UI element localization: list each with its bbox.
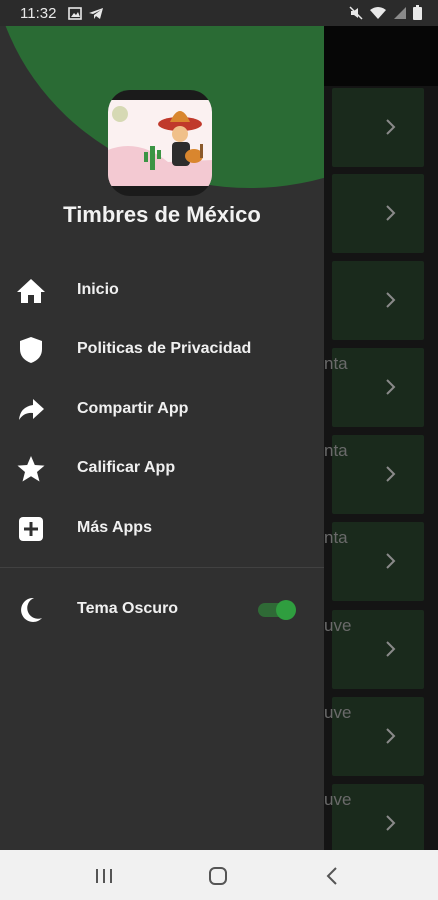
moon-icon xyxy=(21,597,42,622)
background-list-item: uve xyxy=(324,610,424,689)
chevron-right-icon xyxy=(386,728,396,744)
star-icon xyxy=(17,456,45,482)
menu-item-rate-app[interactable]: Calificar App xyxy=(0,441,324,497)
home-circle-icon[interactable] xyxy=(207,865,229,887)
dark-theme-switch[interactable] xyxy=(258,600,296,620)
chevron-right-icon xyxy=(386,815,396,831)
menu-item-share-app[interactable]: Compartir App xyxy=(0,382,324,438)
menu-item-privacy-policy[interactable]: Politicas de Privacidad xyxy=(0,322,324,378)
share-icon xyxy=(19,399,44,420)
background-list-text: uve xyxy=(324,790,352,809)
mute-icon xyxy=(349,5,363,20)
chevron-right-icon xyxy=(386,553,396,569)
system-navigation-bar xyxy=(0,850,438,900)
background-list-item xyxy=(332,174,424,253)
background-list-item xyxy=(332,261,424,340)
add-box-icon xyxy=(19,517,43,541)
menu-item-label: Más Apps xyxy=(77,519,152,536)
signal-icon xyxy=(394,6,406,19)
background-list-text: uve xyxy=(324,703,352,722)
battery-icon xyxy=(413,5,422,20)
home-icon xyxy=(17,279,45,303)
chevron-right-icon xyxy=(386,466,396,482)
back-icon[interactable] xyxy=(322,865,344,887)
background-list-item: nta xyxy=(324,435,424,514)
background-list-text: uve xyxy=(324,616,352,635)
chevron-right-icon xyxy=(386,119,396,135)
shield-icon xyxy=(20,337,42,363)
menu-item-label: Calificar App xyxy=(77,459,176,476)
menu-divider xyxy=(0,567,324,568)
app-logo xyxy=(108,90,212,196)
app-title: Timbres de México xyxy=(63,202,261,227)
recents-icon[interactable] xyxy=(93,865,115,887)
menu-item-inicio[interactable]: Inicio xyxy=(0,263,324,319)
menu-item-more-apps[interactable]: Más Apps xyxy=(0,501,324,557)
chevron-right-icon xyxy=(386,379,396,395)
chevron-right-icon xyxy=(386,641,396,657)
background-list-item xyxy=(332,88,424,167)
background-list-text: nta xyxy=(324,354,348,373)
navigation-drawer: Timbres de México Inicio Politicas de Pr… xyxy=(0,26,324,850)
theme-toggle-label: Tema Oscuro xyxy=(77,600,179,617)
status-bar: 11:32 xyxy=(0,0,438,26)
switch-thumb xyxy=(276,600,296,620)
menu-item-label: Compartir App xyxy=(77,400,189,417)
background-list-text: nta xyxy=(324,528,348,547)
background-list-item: nta xyxy=(324,348,424,427)
status-time: 11:32 xyxy=(20,5,57,22)
status-right-icons xyxy=(349,5,422,20)
chevron-right-icon xyxy=(386,205,396,221)
image-icon xyxy=(68,7,82,20)
menu-item-label: Politicas de Privacidad xyxy=(77,340,252,357)
chevron-right-icon xyxy=(386,292,396,308)
background-list-item: nta xyxy=(324,522,424,601)
background-list-text: nta xyxy=(324,441,348,460)
wifi-icon xyxy=(370,6,386,19)
menu-item-label: Inicio xyxy=(77,281,119,298)
background-list-item: uve xyxy=(324,697,424,776)
telegram-icon xyxy=(89,8,103,19)
